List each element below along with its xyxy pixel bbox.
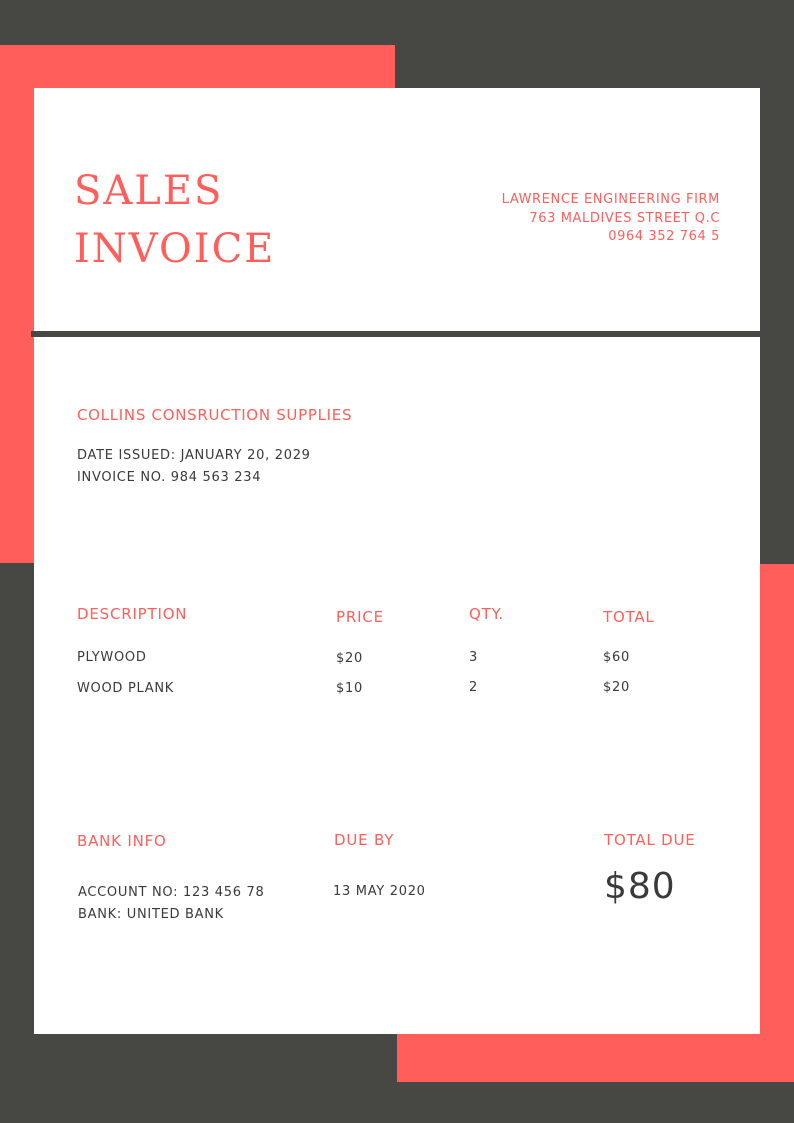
row-1-total: $60 [603,650,630,665]
company-name: LAWRENCE ENGINEERING FIRM [501,192,720,207]
column-header-qty: QTY. [469,605,505,623]
account-number: ACCOUNT NO: 123 456 78 [78,885,265,900]
title-line-2: INVOICE [74,226,276,272]
row-2-price: $10 [336,681,363,696]
company-info: LAWRENCE ENGINEERING FIRM 763 MALDIVES S… [502,191,720,247]
column-header-price: PRICE [336,608,384,626]
row-1-description: PLYWOOD [77,650,147,665]
bank-name: BANK: UNITED BANK [78,907,224,922]
row-2-total: $20 [603,680,630,695]
date-issued: DATE ISSUED: JANUARY 20, 2029 [77,448,311,463]
row-2-description: WOOD PLANK [77,681,174,696]
row-1-qty: 3 [469,650,478,665]
total-due-heading: TOTAL DUE [604,831,696,849]
invoice-number: INVOICE NO. 984 563 234 [77,470,262,485]
invoice-title: SALES INVOICE [74,162,275,278]
due-by-heading: DUE BY [334,831,395,849]
company-address: 763 MALDIVES STREET Q.C [529,210,720,226]
client-name: COLLINS CONSRUCTION SUPPLIES [77,406,353,424]
title-line-1: SALES [74,168,224,214]
total-due-amount: $80 [604,866,676,907]
row-2-qty: 2 [469,680,478,695]
column-header-total: TOTAL [603,608,655,626]
row-1-price: $20 [336,651,363,666]
column-header-description: DESCRIPTION [77,605,188,623]
due-date: 13 MAY 2020 [333,884,426,899]
bank-info-heading: BANK INFO [77,832,167,850]
company-phone: 0964 352 764 5 [608,229,720,244]
